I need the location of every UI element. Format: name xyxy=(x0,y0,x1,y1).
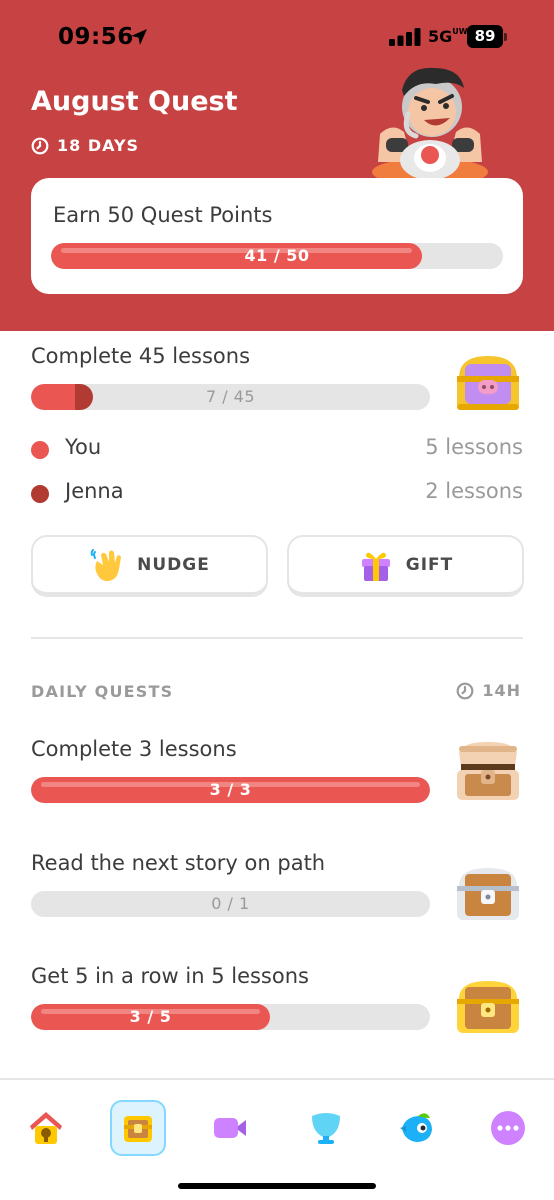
daily-quest-label: Complete 3 lessons xyxy=(31,737,237,761)
nav-leagues[interactable] xyxy=(298,1100,354,1156)
daily-quest-progress-text: 0 / 1 xyxy=(211,894,250,913)
participant-value: 5 lessons xyxy=(425,435,523,459)
gold-chest-icon xyxy=(457,981,519,1033)
friends-progress-text: 7 / 45 xyxy=(205,387,256,406)
monthly-progress-text: 41 / 50 xyxy=(244,246,310,265)
friends-progress-bar: 7 / 45 xyxy=(31,384,430,410)
home-icon xyxy=(30,1112,62,1144)
monthly-progress-bar: 41 / 50 xyxy=(51,243,503,269)
participant-row: Jenna 2 lessons xyxy=(31,478,523,508)
nudge-button[interactable]: NUDGE xyxy=(31,535,268,597)
days-remaining: 18 DAYS xyxy=(31,136,139,155)
monthly-quest-label: Earn 50 Quest Points xyxy=(53,203,273,227)
participant-value: 2 lessons xyxy=(425,479,523,503)
signal-icon xyxy=(389,28,421,46)
days-label: 18 DAYS xyxy=(57,136,140,155)
nudge-label: NUDGE xyxy=(137,554,210,575)
daily-quest-progress-text: 3 / 3 xyxy=(209,780,252,799)
purple-gold-chest-icon xyxy=(457,356,519,410)
status-bar: 09:56 5GUW 89 xyxy=(0,0,554,70)
location-arrow-icon xyxy=(131,29,147,45)
battery-level: 89 xyxy=(467,25,503,48)
silver-chest-icon xyxy=(457,868,519,920)
daily-quest-label: Read the next story on path xyxy=(31,851,326,875)
battery-icon: 89 xyxy=(467,25,507,48)
status-time: 09:56 xyxy=(58,24,134,50)
friends-quest-label: Complete 45 lessons xyxy=(31,344,251,368)
bottom-nav xyxy=(0,1080,554,1200)
mascot-character-icon xyxy=(372,67,488,180)
nav-more[interactable] xyxy=(480,1100,536,1156)
practice-icon xyxy=(400,1113,432,1142)
network-type: 5GUW xyxy=(428,27,468,46)
video-call-icon xyxy=(214,1118,246,1138)
monthly-quest-card[interactable]: Earn 50 Quest Points 41 / 50 xyxy=(31,178,523,294)
more-icon xyxy=(491,1111,525,1145)
participant-row: You 5 lessons xyxy=(31,434,523,464)
waving-hand-icon xyxy=(90,548,122,581)
page-title: August Quest xyxy=(31,86,238,117)
network-label: 5G xyxy=(428,27,453,46)
daily-quests-heading: DAILY QUESTS xyxy=(31,682,174,701)
daily-quest-progress-bar: 3 / 3 xyxy=(31,777,430,803)
battery-tip xyxy=(504,33,507,41)
clock-icon xyxy=(456,682,474,699)
daily-quest-progress-bar: 0 / 1 xyxy=(31,891,430,917)
daily-quest-label: Get 5 in a row in 5 lessons xyxy=(31,964,309,988)
opened-chest-icon xyxy=(457,742,519,800)
participant-color-dot xyxy=(31,441,49,459)
leagues-icon xyxy=(312,1113,340,1144)
participant-name: You xyxy=(65,435,102,459)
daily-quest-progress-text: 3 / 5 xyxy=(129,1007,172,1026)
section-divider xyxy=(31,637,523,639)
daily-timer-label: 14H xyxy=(482,681,521,700)
participant-color-dot xyxy=(31,485,49,503)
nav-video-call[interactable] xyxy=(202,1100,258,1156)
nav-home[interactable] xyxy=(18,1100,74,1156)
daily-quest-progress-bar: 3 / 5 xyxy=(31,1004,430,1030)
quest-header: 09:56 5GUW 89 August Quest 18 DAYS Earn … xyxy=(0,0,554,331)
gift-button[interactable]: GIFT xyxy=(287,535,524,597)
nav-quests[interactable] xyxy=(110,1100,166,1156)
nav-practice[interactable] xyxy=(388,1100,444,1156)
gift-icon xyxy=(361,552,390,581)
clock-icon xyxy=(31,137,49,154)
gift-label: GIFT xyxy=(405,554,454,575)
network-superscript: UW xyxy=(452,27,468,36)
home-indicator[interactable] xyxy=(178,1183,376,1189)
quests-icon xyxy=(124,1116,152,1142)
participant-name: Jenna xyxy=(65,479,124,503)
daily-quests-timer: 14H xyxy=(456,681,521,700)
